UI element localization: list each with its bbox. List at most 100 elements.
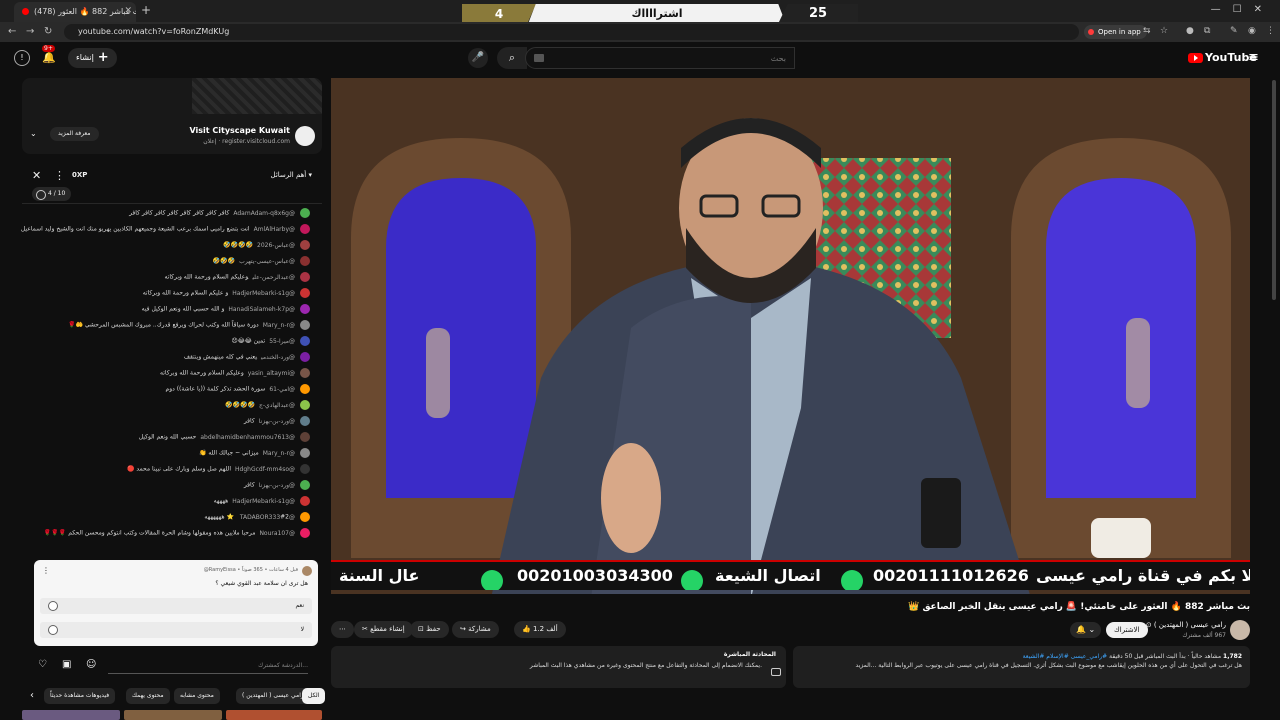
chat-author-avatar[interactable] xyxy=(300,256,310,266)
chat-input[interactable]: الدردشة كمشترك... xyxy=(108,658,308,674)
chevron-left-icon[interactable]: ‹ xyxy=(30,690,34,701)
chat-author-avatar[interactable] xyxy=(300,528,310,538)
chat-author[interactable]: @عباس-2026 xyxy=(257,242,295,249)
chat-author-avatar[interactable] xyxy=(300,384,310,394)
hamburger-menu-icon[interactable]: ≡ xyxy=(1248,50,1259,65)
chat-author[interactable]: @HdghGcdf-mm4so xyxy=(235,466,295,473)
ad-learn-more-button[interactable]: معرفة المزيد xyxy=(50,127,99,141)
emoji-icon[interactable]: ☺ xyxy=(86,659,96,670)
search-button[interactable]: ⌕ xyxy=(497,47,527,69)
chat-author-avatar[interactable] xyxy=(300,224,310,234)
chat-author[interactable]: @yasin_altaymi xyxy=(248,370,295,377)
chat-author-avatar[interactable] xyxy=(300,512,310,522)
save-button[interactable]: ⊡ حفظ xyxy=(410,621,449,638)
chat-author-avatar[interactable] xyxy=(300,496,310,506)
forward-icon[interactable]: → xyxy=(26,26,34,37)
chat-author[interactable]: @ورد-الخندمي xyxy=(261,354,295,361)
chat-author[interactable]: @HanadiSalameh-k7p xyxy=(228,306,295,313)
chip-all[interactable]: الكل xyxy=(302,688,326,704)
open-in-app-button[interactable]: Open in app xyxy=(1084,25,1147,39)
chip-recently-watched[interactable]: فيديوهات مشاهدة حديثاً xyxy=(44,688,116,704)
chat-author-avatar[interactable] xyxy=(300,448,310,458)
chat-author[interactable]: @عباس-عيسى-يتهرب xyxy=(239,258,295,265)
chip-related[interactable]: محتوى مشابه xyxy=(174,688,220,704)
page-scrollbar[interactable] xyxy=(1272,80,1276,300)
edit-icon[interactable]: ✎ xyxy=(1230,26,1238,36)
translate-icon[interactable]: ⇆ xyxy=(1143,26,1151,36)
like-button[interactable]: 👍 1.2 ألف xyxy=(514,621,566,638)
subscribe-button[interactable]: الاشتراك xyxy=(1106,622,1148,638)
channel-avatar[interactable] xyxy=(1230,620,1250,640)
super-chat-icon[interactable]: ▣ xyxy=(62,659,71,670)
chat-author[interactable]: @AmlAlHarby xyxy=(254,226,295,233)
chat-author-avatar[interactable] xyxy=(300,432,310,442)
search-input[interactable]: بحث xyxy=(525,47,795,69)
chat-author[interactable]: @عبدالرحمن-علي xyxy=(252,274,295,281)
video-player[interactable]: عال السنة 00201003034300 اتصال الشيعة 00… xyxy=(331,78,1250,594)
close-icon[interactable]: ✕ xyxy=(32,169,41,182)
chat-progress-badge[interactable]: 4 / 10 xyxy=(32,187,72,201)
more-actions-button[interactable]: ⋯ xyxy=(331,621,354,638)
chat-author[interactable]: @ورد-بن-يهزنا xyxy=(259,482,295,489)
chat-author-avatar[interactable] xyxy=(300,368,310,378)
notifications-icon[interactable]: 🔔 9+ xyxy=(42,45,56,64)
reload-icon[interactable]: ↻ xyxy=(44,26,52,37)
chat-author-avatar[interactable] xyxy=(300,288,310,298)
chat-author-avatar[interactable] xyxy=(300,352,310,362)
bookmark-star-icon[interactable]: ☆ xyxy=(1160,26,1168,36)
chat-author[interactable]: @HadjerMebarki-s1g xyxy=(232,498,295,505)
chat-author[interactable]: @امي-61 xyxy=(269,386,295,393)
keyboard-icon[interactable] xyxy=(534,54,544,62)
extension-icon[interactable]: ● xyxy=(1186,26,1194,36)
url-field[interactable]: youtube.com/watch?v=foRonZMdKUg xyxy=(64,24,1079,40)
chat-author-avatar[interactable] xyxy=(300,272,310,282)
voice-search-icon[interactable]: 🎤 xyxy=(468,48,488,68)
chip-for-you[interactable]: محتوى يهمك xyxy=(126,688,170,704)
tab-close-icon[interactable]: ✕ xyxy=(124,6,132,16)
chat-author[interactable]: @Mary_n-r xyxy=(263,322,295,329)
browser-tab[interactable]: (478) بث مباشر 882 🔥 العثور... ✕ xyxy=(14,2,136,22)
share-button[interactable]: ↪ مشاركة xyxy=(452,621,499,638)
poll-option[interactable]: لا xyxy=(40,622,312,638)
thumbnail[interactable] xyxy=(22,710,120,720)
poll-menu-icon[interactable]: ⋮ xyxy=(42,566,50,575)
heart-icon[interactable]: ♡ xyxy=(38,659,47,670)
chat-author-avatar[interactable] xyxy=(300,464,310,474)
chevron-down-icon[interactable]: ⌄ xyxy=(30,129,37,138)
more-options-icon[interactable]: ⋮ xyxy=(54,169,65,182)
account-avatar[interactable]: ! xyxy=(14,50,30,66)
create-button[interactable]: إنشاء + xyxy=(68,48,117,68)
chat-author[interactable]: @Noura107 xyxy=(259,530,295,537)
hashtags[interactable]: #رامي_عيسى #الإسلام #الشيعة xyxy=(1023,653,1108,660)
video-description[interactable]: 1,782 مشاهد حالياً · بدأ البث المباشر قب… xyxy=(793,646,1250,688)
chat-author[interactable]: @HadjerMebarki-s1g xyxy=(232,290,295,297)
thumbnail[interactable] xyxy=(124,710,222,720)
live-chat-summary[interactable]: المحادثة المباشرة يمكنك الانضمام إلى الم… xyxy=(331,646,786,688)
chat-author-avatar[interactable] xyxy=(300,304,310,314)
notification-bell-button[interactable]: 🔔 ⌄ xyxy=(1070,622,1102,638)
chat-author[interactable]: @abdelhamidbenhammou7613 xyxy=(200,434,295,441)
window-controls[interactable]: —☐✕ xyxy=(1211,4,1274,15)
clip-button[interactable]: ✂ إنشاء مقطع xyxy=(354,621,413,638)
chat-author[interactable]: @عبدالهادي-ج xyxy=(259,402,295,409)
new-tab-icon[interactable]: + xyxy=(141,3,151,17)
channel-name[interactable]: رامي عيسى ( المهتدين ) ⊙ xyxy=(1146,621,1226,629)
thumbnail[interactable] xyxy=(226,710,322,720)
puzzle-icon[interactable]: ⧉ xyxy=(1204,26,1210,36)
poll-option[interactable]: نعم xyxy=(40,598,312,614)
top-chat-dropdown[interactable]: أهم الرسائل ▾ xyxy=(271,171,312,179)
sponsored-ad-card[interactable]: Visit Cityscape Kuwait إعلان · register.… xyxy=(22,78,322,154)
chat-author[interactable]: @AdamAdam-q8x6g xyxy=(233,210,295,217)
chat-author-avatar[interactable] xyxy=(300,240,310,250)
chat-author-avatar[interactable] xyxy=(300,416,310,426)
chat-author-avatar[interactable] xyxy=(300,208,310,218)
chat-author-avatar[interactable] xyxy=(300,320,310,330)
back-icon[interactable]: ← xyxy=(8,26,16,37)
menu-icon[interactable]: ⋮ xyxy=(1266,26,1275,36)
chat-author-avatar[interactable] xyxy=(300,336,310,346)
chat-author[interactable]: @ورد-بن-يهزنا xyxy=(259,418,295,425)
profile-icon[interactable]: ◉ xyxy=(1248,26,1256,36)
youtube-logo[interactable]: YouTube xyxy=(1188,51,1257,64)
chat-author[interactable]: @Mary_n-r xyxy=(263,450,295,457)
chat-author-avatar[interactable] xyxy=(300,400,310,410)
